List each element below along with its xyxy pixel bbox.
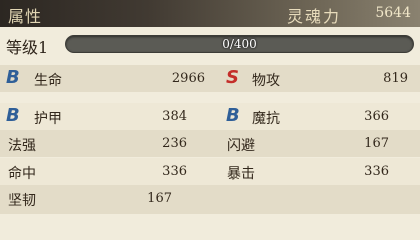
soul-power-label: 灵魂力 xyxy=(287,7,342,26)
stat-spell-value: 236 xyxy=(162,136,187,151)
stat-row: B 护甲 384 B 魔抗 366 xyxy=(0,103,420,130)
stat-crit-label: 暴击 xyxy=(227,166,255,182)
grade-b-icon: B xyxy=(226,105,240,126)
stat-hit-value: 336 xyxy=(162,164,187,179)
grade-b-icon: B xyxy=(6,105,20,126)
stat-spell-label: 法强 xyxy=(8,138,36,154)
stat-mres-label: 魔抗 xyxy=(252,111,280,127)
grade-b-icon: B xyxy=(6,67,20,88)
header-title: 属性 xyxy=(8,7,43,26)
exp-progress-text: 0/400 xyxy=(222,37,257,51)
attributes-header: 属性 灵魂力 5644 xyxy=(0,0,420,27)
stat-dodge-value: 167 xyxy=(364,136,389,151)
level-label: 等级1 xyxy=(6,38,49,57)
stat-row: 法强 236 闪避 167 xyxy=(0,130,420,157)
stat-mres-value: 366 xyxy=(364,109,389,124)
stat-row: B 生命 2966 S 物攻 819 xyxy=(0,65,420,92)
stat-armor-label: 护甲 xyxy=(34,111,62,127)
stat-hit-label: 命中 xyxy=(8,166,36,182)
soul-power-value: 5644 xyxy=(375,5,411,21)
stat-crit-value: 336 xyxy=(364,164,389,179)
stat-row: 坚韧 167 xyxy=(0,185,420,214)
stat-patk-label: 物攻 xyxy=(252,73,280,89)
grade-s-icon: S xyxy=(226,67,239,88)
stat-tough-value: 167 xyxy=(147,191,172,206)
stat-tough-label: 坚韧 xyxy=(8,193,36,209)
exp-progress-bar: 0/400 xyxy=(65,35,414,53)
stat-armor-value: 384 xyxy=(162,109,187,124)
stat-row: 命中 336 暴击 336 xyxy=(0,158,420,185)
stat-hp-value: 2966 xyxy=(171,71,205,86)
stat-patk-value: 819 xyxy=(383,71,408,86)
stat-hp-label: 生命 xyxy=(34,73,62,89)
stat-dodge-label: 闪避 xyxy=(227,138,255,154)
